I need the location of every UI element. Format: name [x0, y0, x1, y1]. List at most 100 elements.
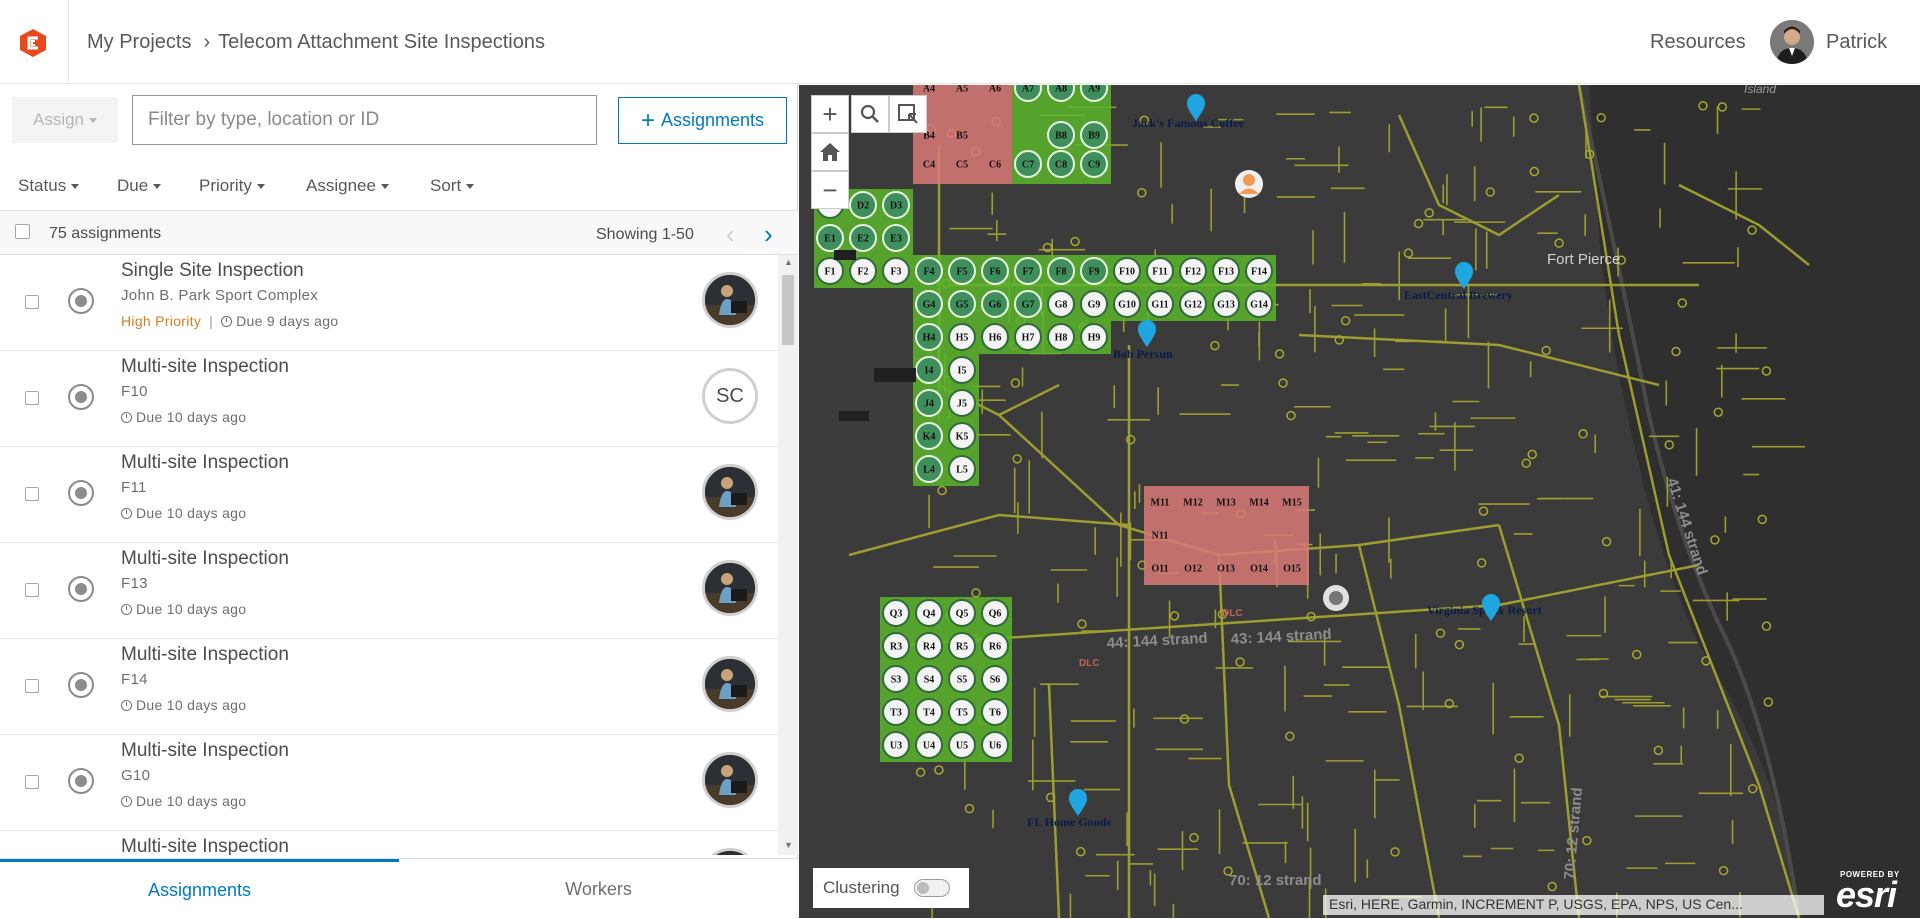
grid-cell-label: A4 [923, 85, 935, 95]
list-item[interactable]: Multi-site Inspection F13 Due 10 days ag… [0, 543, 778, 639]
grid-cell: F2 [849, 257, 877, 285]
grid-cell: F9 [1080, 257, 1108, 285]
new-assignments-button[interactable]: + Assignments [618, 97, 787, 144]
filter-due[interactable]: Due [117, 176, 162, 196]
assign-dropdown[interactable]: Assign [12, 97, 118, 143]
clustering-toggle[interactable]: Clustering [813, 868, 969, 908]
grid-cell: Q5 [948, 599, 976, 627]
list-item[interactable]: Multi-site Inspection F10 Due 10 days ag… [0, 351, 778, 447]
breadcrumb-my-projects[interactable]: My Projects [87, 31, 191, 54]
item-checkbox[interactable] [25, 487, 39, 501]
item-location: F11 [121, 479, 147, 496]
map-label-jacks: Jack's Famous Coffee [1132, 116, 1245, 130]
assignee-avatar [702, 464, 758, 520]
grid-cell: F1 [816, 257, 844, 285]
filter-input[interactable] [132, 95, 597, 145]
grid-cell: T5 [948, 698, 976, 726]
grid-cell: C4 [923, 160, 935, 171]
item-checkbox[interactable] [25, 391, 39, 405]
grid-cell-label: G13 [1217, 300, 1235, 311]
grid-cell-label: R3 [890, 642, 902, 653]
grid-cell-label: G9 [1088, 300, 1101, 311]
grid-cell: A9 [1080, 85, 1108, 102]
grid-cell-label: M12 [1183, 498, 1202, 509]
map-label-fort-pierce: Fort Pierce [1547, 251, 1620, 268]
new-assignments-label: Assignments [660, 110, 765, 130]
user-menu[interactable]: Patrick [1770, 18, 1887, 66]
list-item[interactable]: Multi-site Inspection F11 Due 10 days ag… [0, 447, 778, 543]
zoom-out-button[interactable]: − [811, 171, 849, 209]
grid-cell: N11 [1152, 531, 1169, 542]
grid-cell-label: M13 [1216, 498, 1235, 509]
map-canvas[interactable]: A4A5A6A7A8A9B4B5B8B9C4C5C6C7C8C9D1D2D3E1… [799, 85, 1920, 918]
grid-cell-label: I4 [925, 366, 934, 377]
person-photo-icon [705, 659, 755, 709]
map-view[interactable]: A4A5A6A7A8A9B4B5B8B9C4C5C6C7C8C9D1D2D3E1… [799, 85, 1920, 918]
item-checkbox[interactable] [25, 775, 39, 789]
grid-cell: H4 [915, 323, 943, 351]
search-button[interactable] [851, 95, 889, 133]
grid-cell: I5 [948, 356, 976, 384]
item-due: Due 9 days ago [236, 313, 339, 329]
grid-cell: C5 [956, 160, 968, 171]
tab-assignments[interactable]: Assignments [0, 859, 399, 919]
filter-assignee[interactable]: Assignee [306, 176, 389, 196]
caret-down-icon [380, 184, 389, 190]
item-checkbox[interactable] [25, 679, 39, 693]
item-location: F14 [121, 671, 148, 688]
home-button[interactable] [811, 133, 849, 171]
grid-cell: Q6 [981, 599, 1009, 627]
plus-icon: + [640, 106, 655, 134]
grid-cell: A7 [1014, 85, 1042, 102]
clustering-switch[interactable] [913, 879, 950, 897]
previous-page-button[interactable]: ‹ [726, 219, 735, 250]
scroll-up-icon[interactable]: ▲ [784, 257, 793, 267]
list-item[interactable]: Single Site Inspection John B. Park Spor… [0, 255, 778, 351]
grid-cell-label: F5 [956, 267, 967, 278]
grid-cell: G6 [981, 290, 1009, 318]
assignment-toolbar: Assign + Assignments [0, 85, 798, 158]
item-due: Due 10 days ago [136, 505, 247, 521]
grid-cell: J4 [915, 389, 943, 417]
filter-status[interactable]: Status [18, 176, 80, 196]
grid-cell-label: G7 [1022, 300, 1035, 311]
item-checkbox[interactable] [25, 295, 39, 309]
grid-cell-label: G8 [1055, 300, 1068, 311]
item-title: Multi-site Inspection [121, 452, 289, 473]
item-location: John B. Park Sport Complex [121, 287, 319, 304]
select-area-button[interactable] [889, 95, 927, 133]
item-checkbox[interactable] [25, 583, 39, 597]
list-item[interactable]: Multi-site Inspection [0, 831, 778, 855]
select-area-icon [898, 104, 918, 124]
grid-cell: I4 [915, 356, 943, 384]
grid-cell: H7 [1014, 323, 1042, 351]
zoom-in-button[interactable]: + [811, 95, 849, 133]
resources-link[interactable]: Resources [1650, 31, 1746, 54]
grid-cell-label: C6 [989, 160, 1001, 171]
grid-cell: U6 [981, 731, 1009, 759]
meta-divider: | [209, 313, 214, 329]
assignee-avatar [702, 848, 758, 855]
scroll-down-icon[interactable]: ▼ [784, 840, 793, 850]
list-scrollbar[interactable]: ▲ ▼ [778, 255, 798, 855]
header-divider [68, 0, 69, 84]
next-page-button[interactable]: › [764, 219, 773, 250]
app-logo-icon[interactable] [18, 28, 48, 58]
esri-logo: POWERED BY esri [1836, 870, 1916, 915]
grid-cell-label: Q4 [923, 609, 936, 620]
list-item[interactable]: Multi-site Inspection F14 Due 10 days ag… [0, 639, 778, 735]
status-ring-icon [68, 768, 94, 794]
user-name: Patrick [1826, 30, 1888, 53]
grid-cell: E3 [882, 224, 910, 252]
grid-cell: B9 [1080, 121, 1108, 149]
list-item[interactable]: Multi-site Inspection G10 Due 10 days ag… [0, 735, 778, 831]
location-marker-icon [1329, 591, 1343, 605]
tab-workers[interactable]: Workers [399, 859, 798, 919]
grid-cell: G4 [915, 290, 943, 318]
filter-priority[interactable]: Priority [199, 176, 265, 196]
grid-cell: R4 [915, 632, 943, 660]
scroll-thumb[interactable] [782, 275, 794, 345]
select-all-checkbox[interactable] [15, 224, 30, 239]
grid-cell-label: T4 [923, 708, 935, 719]
filter-sort[interactable]: Sort [430, 176, 475, 196]
